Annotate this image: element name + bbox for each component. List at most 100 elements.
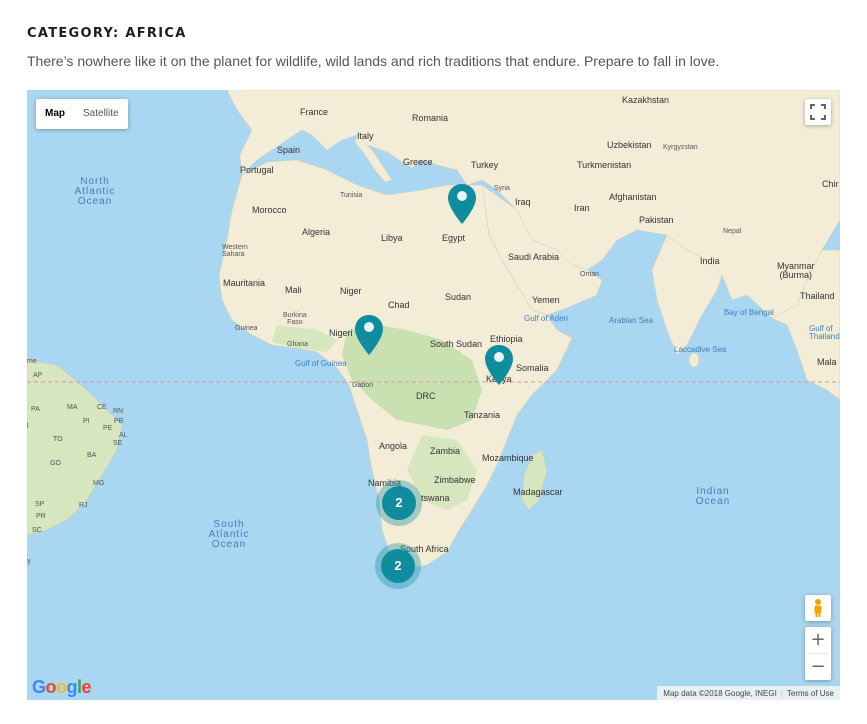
label-sudan: Sudan [445,292,472,302]
label-nepal: Nepal [723,228,742,235]
marker-cluster[interactable]: 2 [381,549,415,583]
label-gabon: Gabon [352,382,374,389]
label-indian-ocean: Indian Ocean [695,486,731,507]
marker-cluster[interactable]: 2 [382,486,416,520]
label-l: l [27,423,29,430]
label-gulf-of-thailand: Gulf of Thailand [809,324,840,341]
label-pakistan: Pakistan [639,215,674,225]
label-turkey: Turkey [471,160,499,170]
label-morocco: Morocco [252,205,287,215]
label-zimbabwe: Zimbabwe [434,475,476,485]
label-drc: DRC [416,391,436,401]
fullscreen-button[interactable] [805,99,831,125]
label-yemen: Yemen [532,295,560,305]
label-gulf-of-guinea: Gulf of Guinea [295,359,347,368]
label-madagascar: Madagascar [513,487,563,497]
label-tanzania: Tanzania [464,410,501,420]
label-to: TO [53,436,63,443]
label-guinea: Guinea [235,325,258,332]
label-y: y [27,558,31,565]
zoom-in-button[interactable]: + [805,627,831,653]
page-title: CATEGORY: AFRICA [27,26,187,41]
label-sc: SC [32,527,42,534]
map-type-control: Map Satellite [36,99,128,129]
label-libya: Libya [381,233,403,243]
label-iraq: Iraq [515,197,531,207]
label-se: SE [113,440,123,447]
label-ba: BA [87,452,97,459]
label-turkmenistan: Turkmenistan [577,160,632,170]
label-sp: SP [35,501,45,508]
label-go: GO [50,460,61,467]
zoom-control: + − [805,627,831,680]
category-description: There’s nowhere like it on the planet fo… [27,53,720,69]
fullscreen-icon [810,104,826,120]
label-south-sudan: South Sudan [430,339,483,349]
label-arabian-sea: Arabian Sea [609,316,654,325]
map-attribution: Map data ©2018 Google, INEGI | Terms of … [657,686,840,700]
map-marker-pin-nigeria[interactable] [354,314,384,356]
label-mozambique: Mozambique [482,453,534,463]
label-saudi-arabia: Saudi Arabia [508,252,560,262]
label-niger: Niger [340,286,362,296]
label-nigeria: Nigeri [329,328,353,338]
label-pi: PI [83,418,90,425]
label-gulf-of-aden: Gulf of Aden [524,314,569,323]
label-bay-of-bengal: Bay of Bengal [724,308,774,317]
attribution-separator: | [780,688,783,698]
label-kyrgyzstan: Kyrgyzstan [663,144,698,151]
label-iran: Iran [574,203,590,213]
label-india: India [700,256,720,266]
label-italy: Italy [357,131,374,141]
label-algeria: Algeria [302,227,331,237]
label-burkina-faso: Burkina Faso [283,312,307,326]
map-marker-pin-egypt[interactable] [447,183,477,225]
label-oman: Oman [580,271,600,278]
label-ap: AP [33,372,43,379]
pegman-icon [814,599,822,617]
label-ghana: Ghana [287,341,309,348]
label-botswana: tswana [421,493,450,503]
map-type-map-button[interactable]: Map [36,99,74,129]
google-logo[interactable]: Google [32,677,92,698]
label-western-sahara: Western Sahara [222,244,248,258]
label-portugal: Portugal [240,165,274,175]
label-china: Chir [822,179,839,189]
map-marker-pin-kenya[interactable] [484,344,514,386]
label-chad: Chad [388,300,410,310]
label-spain: Spain [277,145,301,155]
map-data-attribution: Map data ©2018 Google, INEGI [663,688,777,698]
label-france: France [300,107,329,117]
label-romania: Romania [412,113,449,123]
street-view-pegman[interactable] [805,595,831,621]
label-myanmar: Myanmar (Burma) [777,261,815,280]
label-ethiopia: Ethiopia [490,334,523,344]
label-me: me [27,358,37,365]
label-rn: RN [113,408,124,415]
label-mala: Mala [817,357,837,367]
label-mauritania: Mauritania [223,278,266,288]
label-north-atlantic-ocean: North Atlantic Ocean [74,176,116,207]
label-angola: Angola [379,441,408,451]
zoom-out-button[interactable]: − [805,654,831,680]
label-thailand: Thailand [800,291,835,301]
label-ce: CE [97,404,107,411]
terms-of-use-link[interactable]: Terms of Use [787,689,834,698]
label-pr: PR [36,513,46,520]
label-south-atlantic-ocean: South Atlantic Ocean [208,519,250,550]
label-syria: Syria [494,185,510,192]
label-pa: PA [31,406,40,413]
label-rj: RJ [79,502,88,509]
label-ma: MA [67,404,78,411]
map-type-satellite-button[interactable]: Satellite [74,99,128,129]
label-zambia: Zambia [430,446,461,456]
label-pe: PE [103,425,113,432]
label-egypt: Egypt [442,233,466,243]
label-greece: Greece [403,157,433,167]
label-al: AL [119,432,128,439]
map-container[interactable]: Kazakhstan France Romania Italy Spain Uz… [27,90,840,700]
label-kazakhstan: Kazakhstan [622,95,670,105]
label-mg: MG [93,480,105,487]
label-laccadive-sea: Laccadive Sea [674,345,727,354]
label-afghanistan: Afghanistan [609,192,657,202]
